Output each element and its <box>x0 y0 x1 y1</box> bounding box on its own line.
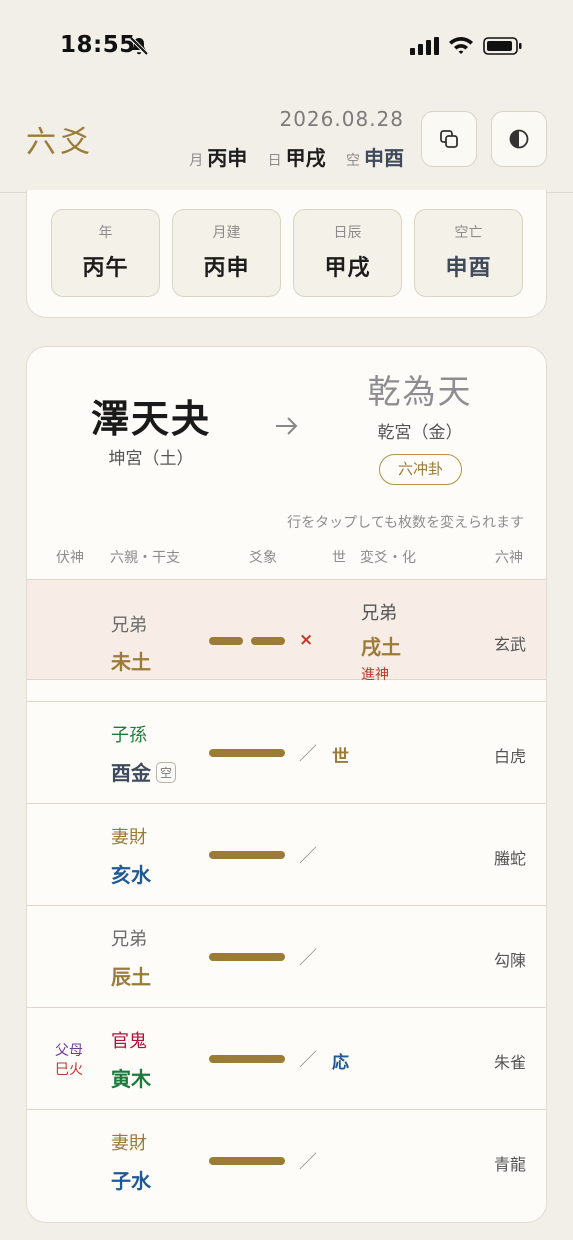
column-header-change: 変爻・化 <box>360 550 416 566</box>
column-header-world: 世 <box>332 550 346 566</box>
signal-icon <box>410 37 439 55</box>
pillar-month-label: 月建 <box>212 225 241 241</box>
changed-relative: 兄弟 <box>361 603 397 624</box>
static-mark-icon: ／ <box>299 1050 317 1071</box>
contrast-icon <box>509 129 529 149</box>
yang-line <box>209 851 285 859</box>
six-god: 勾陳 <box>493 951 526 970</box>
copy-button[interactable] <box>421 111 477 167</box>
status-bar: 18:55 <box>0 0 573 92</box>
changed-hexagram-badge: 六冲卦 <box>379 454 462 485</box>
copy-icon <box>440 130 458 148</box>
line-row-6[interactable]: 兄弟 未土 × 兄弟 戌土 進神 玄武 <box>27 579 546 683</box>
yin-line-right <box>251 637 285 645</box>
changed-note: 進神 <box>361 667 389 683</box>
line-row-4[interactable]: 妻財 亥水 ／ 螣蛇 <box>27 803 546 904</box>
status-time: 18:55 <box>60 32 136 58</box>
line-relative: 妻財 <box>111 1133 147 1154</box>
line-branch-wrap: 酉金空 <box>111 757 177 786</box>
pillar-day-label: 日辰 <box>333 225 362 241</box>
world-marker: 世 <box>332 747 349 767</box>
line-row-2[interactable]: 父母 巳火 官鬼 寅木 ／ 応 朱雀 <box>27 1007 546 1108</box>
line-branch: 子水 <box>111 1169 151 1193</box>
pillar-label-day: 日 <box>267 153 282 169</box>
six-god: 青龍 <box>493 1155 526 1174</box>
pillar-label-void: 空 <box>346 153 360 169</box>
line-row-5[interactable]: 子孫 酉金空 ／ 世 白虎 <box>27 701 546 802</box>
line-branch: 辰土 <box>111 965 151 989</box>
column-header-relative: 六親・干支 <box>110 550 180 566</box>
changed-hexagram-palace: 乾宮（金） <box>377 423 463 443</box>
void-badge: 空 <box>156 762 177 783</box>
theme-toggle-button[interactable] <box>491 111 547 167</box>
static-mark-icon: ／ <box>299 1152 317 1173</box>
yang-line <box>209 1157 285 1165</box>
hidden-spirit-relative: 父母 <box>55 1043 83 1059</box>
six-god: 玄武 <box>493 635 526 654</box>
line-branch: 未土 <box>111 650 151 674</box>
pillar-day-value: 甲戌 <box>324 256 371 281</box>
line-row-1[interactable]: 妻財 子水 ／ 青龍 <box>27 1109 546 1210</box>
yin-line-left <box>209 637 243 645</box>
line-row-3[interactable]: 兄弟 辰土 ／ 勾陳 <box>27 905 546 1006</box>
app-title: 六爻 <box>26 125 94 160</box>
pillar-value-month: 丙申 <box>207 146 248 170</box>
yang-line <box>209 1055 285 1063</box>
moving-mark-icon: × <box>299 630 314 650</box>
yang-line <box>209 953 285 961</box>
pillar-year-label: 年 <box>98 225 113 241</box>
pillar-month-value: 丙申 <box>203 256 250 281</box>
pillar-month: 月建 丙申 <box>172 209 281 297</box>
six-god: 白虎 <box>493 747 526 766</box>
pillar-value-void: 申酉 <box>364 146 404 170</box>
column-header-hidden-spirit: 伏神 <box>56 550 84 566</box>
static-mark-icon: ／ <box>299 846 317 867</box>
yang-line <box>209 749 285 757</box>
line-branch: 酉金 <box>111 761 151 785</box>
bell-muted-icon <box>129 36 149 56</box>
header-date: 2026.08.28 <box>279 107 404 131</box>
pillar-day: 日辰 甲戌 <box>293 209 402 297</box>
line-relative: 官鬼 <box>111 1031 147 1052</box>
original-hexagram-name: 澤天夬 <box>90 396 211 441</box>
tap-hint: 行をタップしても枚数を変えられます <box>287 515 524 531</box>
pillar-year: 年 丙午 <box>51 209 160 297</box>
line-branch: 寅木 <box>111 1067 151 1091</box>
wifi-icon <box>449 37 473 54</box>
six-god: 螣蛇 <box>493 849 526 868</box>
pillar-void-label: 空亡 <box>454 225 483 241</box>
original-hexagram-palace: 坤宮（土） <box>108 449 194 469</box>
response-marker: 応 <box>332 1053 349 1073</box>
pillar-label-month: 月 <box>189 153 204 169</box>
column-header-line-image: 爻象 <box>249 550 277 566</box>
pillar-void-value: 申酉 <box>445 256 492 281</box>
pillar-year-value: 丙午 <box>82 256 129 281</box>
header-pillars: 月丙申 日甲戌 空申酉 <box>175 142 404 171</box>
battery-icon <box>483 37 522 55</box>
line-branch: 亥水 <box>111 863 151 887</box>
pillar-value-day: 甲戌 <box>285 146 326 170</box>
line-relative: 妻財 <box>111 827 147 848</box>
line-relative: 兄弟 <box>111 615 147 636</box>
changed-hexagram-name: 乾為天 <box>367 372 473 411</box>
static-mark-icon: ／ <box>299 948 317 969</box>
pillar-void: 空亡 申酉 <box>414 209 523 297</box>
line-relative: 子孫 <box>111 725 147 746</box>
six-god: 朱雀 <box>493 1053 526 1072</box>
column-header-six-god: 六神 <box>495 550 523 566</box>
hidden-spirit-branch: 巳火 <box>55 1062 83 1078</box>
arrow-right-icon <box>276 417 298 435</box>
line-relative: 兄弟 <box>111 929 147 950</box>
changed-branch: 戌土 <box>361 635 401 659</box>
static-mark-icon: ／ <box>299 744 317 765</box>
